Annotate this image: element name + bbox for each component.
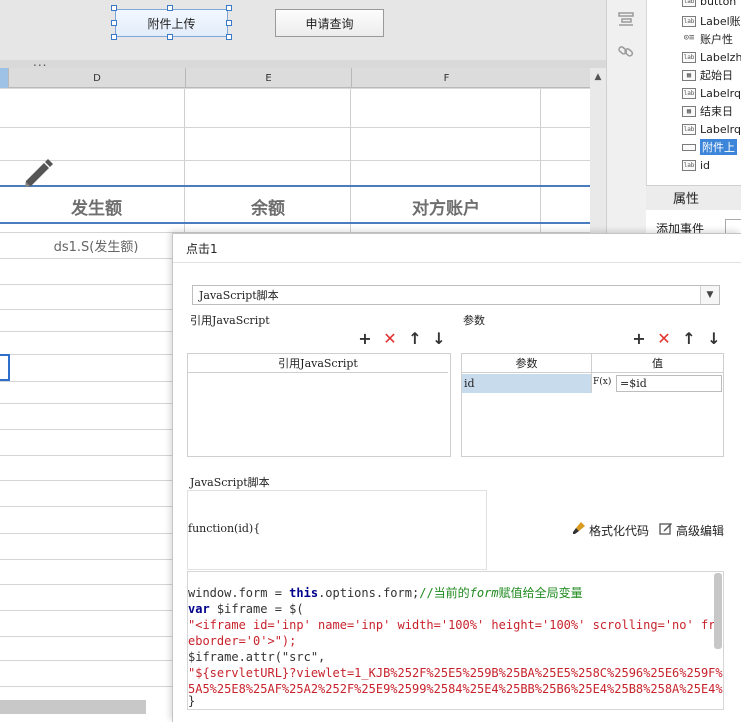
- tree-item[interactable]: lab Labelzh: [682, 48, 741, 66]
- resize-handle[interactable]: [226, 5, 232, 11]
- column-header-selected: [0, 68, 8, 88]
- param-value-header: 值: [592, 354, 723, 373]
- resize-handle[interactable]: [111, 20, 117, 26]
- delete-icon: ✕: [657, 328, 671, 348]
- move-down-ref-button[interactable]: ↓: [430, 328, 448, 348]
- calendar-icon: ▦: [682, 69, 696, 81]
- widget-tree-panel: lab button lab Label账 ⊙≡ 账户性 lab Labelzh ▦ 起始…: [646, 0, 741, 185]
- code-line: "${servletURL}?viewlet=1_KJB%252F%25E5%2…: [188, 666, 724, 680]
- plus-icon: +: [358, 328, 372, 348]
- tree-item-selected[interactable]: 附件上: [682, 138, 737, 156]
- brush-icon: [572, 521, 586, 539]
- ref-js-section-label: 引用JavaScript: [190, 314, 270, 327]
- chevron-down-icon[interactable]: ▼: [700, 286, 719, 304]
- function-signature: function(id){: [188, 522, 261, 535]
- resize-handle[interactable]: [226, 20, 232, 26]
- header-cell-balance[interactable]: 余额: [185, 190, 351, 222]
- move-down-param-button[interactable]: ↓: [705, 328, 723, 348]
- delete-ref-button[interactable]: ✕: [381, 328, 399, 348]
- tree-item[interactable]: lab Label账: [682, 12, 741, 30]
- delete-param-button[interactable]: ✕: [655, 328, 673, 348]
- delete-icon: ✕: [383, 328, 397, 348]
- column-header-d[interactable]: D: [8, 68, 185, 88]
- horizontal-scrollbar[interactable]: [0, 700, 146, 714]
- edit-icon: [659, 521, 673, 539]
- radio-group-icon: ⊙≡: [683, 32, 695, 43]
- selected-cell-outline: [0, 354, 10, 381]
- formula-icon[interactable]: F(x): [593, 374, 615, 393]
- param-section-label: 参数: [463, 314, 485, 327]
- event-type-select[interactable]: JavaScript脚本 ▼: [192, 285, 720, 305]
- label-icon: lab: [682, 0, 696, 7]
- arrow-up-icon: ↑: [408, 328, 422, 348]
- event-type-value: JavaScript脚本: [199, 289, 279, 302]
- tree-item[interactable]: lab id: [682, 156, 710, 174]
- tree-item[interactable]: lab Labelrq: [682, 120, 741, 138]
- header-cell-counter-account[interactable]: 对方账户: [351, 190, 541, 222]
- code-line: eborder='0'>");: [188, 634, 297, 648]
- tree-item[interactable]: lab button: [682, 0, 736, 10]
- arrow-up-icon: ↑: [682, 328, 696, 348]
- layout-icon[interactable]: [617, 10, 635, 28]
- resize-handle[interactable]: [167, 34, 173, 40]
- resize-handle[interactable]: [111, 34, 117, 40]
- data-cell-amount[interactable]: ds1.S(发生额): [8, 233, 184, 257]
- pencil-icon: [25, 159, 53, 187]
- label-icon: lab: [682, 123, 696, 135]
- scroll-up-icon[interactable]: ▲: [591, 70, 605, 84]
- label-icon: lab: [682, 51, 696, 63]
- label-icon: lab: [682, 87, 696, 99]
- grid-line: [0, 127, 590, 128]
- add-param-button[interactable]: +: [630, 328, 648, 348]
- param-value-input[interactable]: =$id: [616, 375, 722, 392]
- code-line: }: [188, 694, 196, 708]
- tree-item[interactable]: ▦ 起始日: [682, 66, 733, 84]
- tab-properties[interactable]: 属性: [646, 185, 726, 210]
- calendar-icon: ▦: [682, 105, 696, 117]
- move-up-ref-button[interactable]: ↑: [406, 328, 424, 348]
- link-icon[interactable]: [617, 42, 635, 60]
- format-code-button[interactable]: 格式化代码: [572, 521, 649, 539]
- resize-handle[interactable]: [111, 5, 117, 11]
- header-band-border: [0, 185, 590, 187]
- dialog-title: 点击1: [186, 242, 218, 256]
- divider: [173, 262, 741, 263]
- tree-item[interactable]: lab Labelrq: [682, 84, 741, 102]
- tree-item[interactable]: ⊙≡ 账户性: [682, 30, 733, 48]
- code-line: 5A5%25E8%25AF%25A2%252F%25E9%2599%2584%2…: [188, 682, 724, 696]
- column-header-e[interactable]: E: [185, 68, 351, 88]
- code-line: "<iframe id='inp' name='inp' width='100%…: [188, 618, 724, 632]
- pane-resize-dots[interactable]: ...: [33, 55, 47, 69]
- header-cell-amount[interactable]: 发生额: [8, 190, 185, 222]
- column-divider: [591, 354, 592, 393]
- resize-handle[interactable]: [226, 34, 232, 40]
- script-section-label: JavaScript脚本: [190, 476, 270, 489]
- label-icon: lab: [682, 159, 696, 171]
- tree-item[interactable]: ▦ 结束日: [682, 102, 733, 120]
- label-icon: lab: [682, 15, 696, 27]
- code-line: var $iframe = $(: [188, 602, 304, 616]
- resize-handle[interactable]: [167, 5, 173, 11]
- plus-icon: +: [632, 328, 646, 348]
- button-widget-icon: [682, 143, 696, 151]
- query-widget[interactable]: 申请查询: [275, 9, 384, 37]
- header-band-border: [0, 222, 590, 224]
- param-name-header: 参数: [462, 354, 591, 373]
- upload-attachment-widget[interactable]: 附件上传: [115, 9, 228, 37]
- advanced-edit-button[interactable]: 高级编辑: [659, 521, 724, 539]
- arrow-down-icon: ↓: [707, 328, 721, 348]
- param-row-name[interactable]: id: [462, 374, 591, 393]
- ref-js-column-header: 引用JavaScript: [188, 354, 448, 373]
- add-ref-button[interactable]: +: [356, 328, 374, 348]
- code-line: $iframe.attr("src",: [188, 650, 326, 664]
- move-up-param-button[interactable]: ↑: [680, 328, 698, 348]
- code-editor[interactable]: window.form = this.options.form;//当前的for…: [187, 571, 724, 710]
- code-scrollbar-thumb[interactable]: [714, 573, 722, 649]
- column-header-f[interactable]: F: [351, 68, 541, 88]
- arrow-down-icon: ↓: [432, 328, 446, 348]
- grid-line: [0, 160, 590, 161]
- code-line: window.form = this.options.form;//当前的for…: [188, 586, 583, 600]
